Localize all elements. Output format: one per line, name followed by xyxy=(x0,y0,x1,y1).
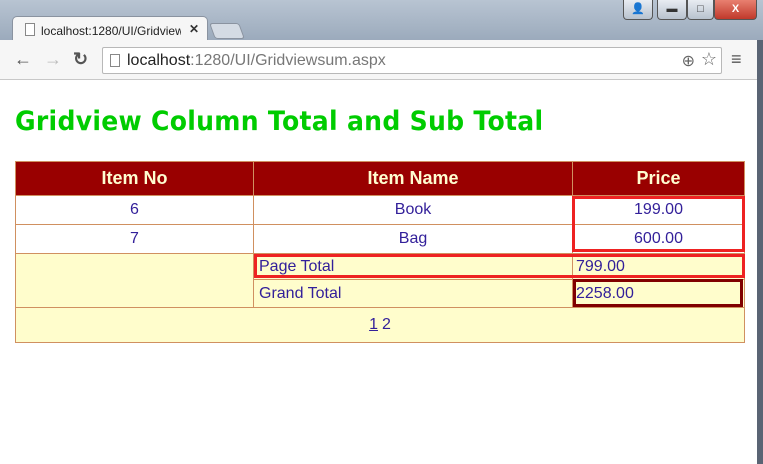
page-title: Gridview Column Total and Sub Total xyxy=(15,106,544,137)
url-host: localhost xyxy=(127,52,191,69)
grand-total-highlight-box xyxy=(573,279,743,307)
reload-icon[interactable]: ↻ xyxy=(73,49,88,70)
cell-item-no: 7 xyxy=(15,224,254,254)
address-bar[interactable]: localhost:1280/UI/Gridviewsum.aspx ⊕ ☆ xyxy=(102,47,722,74)
zoom-icon[interactable]: ⊕ xyxy=(682,51,695,71)
grand-total-label: Grand Total xyxy=(253,279,573,308)
page-icon xyxy=(110,54,120,67)
cell-item-no: 6 xyxy=(15,195,254,225)
header-item-no: Item No xyxy=(15,161,254,196)
header-price: Price xyxy=(572,161,745,196)
pager-page-1[interactable]: 1 xyxy=(369,316,378,334)
close-tab-icon[interactable]: ✕ xyxy=(189,22,199,36)
browser-tab[interactable]: localhost:1280/UI/Gridvieᴡ ✕ xyxy=(12,16,208,42)
close-window-button[interactable]: X xyxy=(714,0,757,20)
maximize-button[interactable]: □ xyxy=(687,0,714,20)
minimize-button[interactable]: ▬ xyxy=(657,0,687,20)
forward-icon[interactable]: → xyxy=(44,49,62,70)
back-icon[interactable]: ← xyxy=(14,49,32,70)
star-icon[interactable]: ☆ xyxy=(701,49,717,70)
header-item-name: Item Name xyxy=(253,161,573,196)
tab-title: localhost:1280/UI/Gridvieᴡ xyxy=(41,24,181,38)
profile-button[interactable]: 👤 xyxy=(623,0,653,20)
page-icon xyxy=(25,23,35,36)
pager: 12 xyxy=(15,307,745,343)
pager-page-2[interactable]: 2 xyxy=(382,316,391,334)
cell-item-name: Book xyxy=(253,195,573,225)
footer-empty-cell xyxy=(15,253,254,308)
price-highlight-box xyxy=(572,196,745,252)
page-total-highlight-box xyxy=(254,254,745,278)
window-border xyxy=(757,40,763,464)
url-path: :1280/UI/Gridviewsum.aspx xyxy=(190,52,386,69)
cell-item-name: Bag xyxy=(253,224,573,254)
menu-icon[interactable]: ≡ xyxy=(731,49,742,70)
toolbar: ← → ↻ localhost:1280/UI/Gridviewsum.aspx… xyxy=(0,40,763,80)
new-tab-button[interactable] xyxy=(209,23,245,39)
